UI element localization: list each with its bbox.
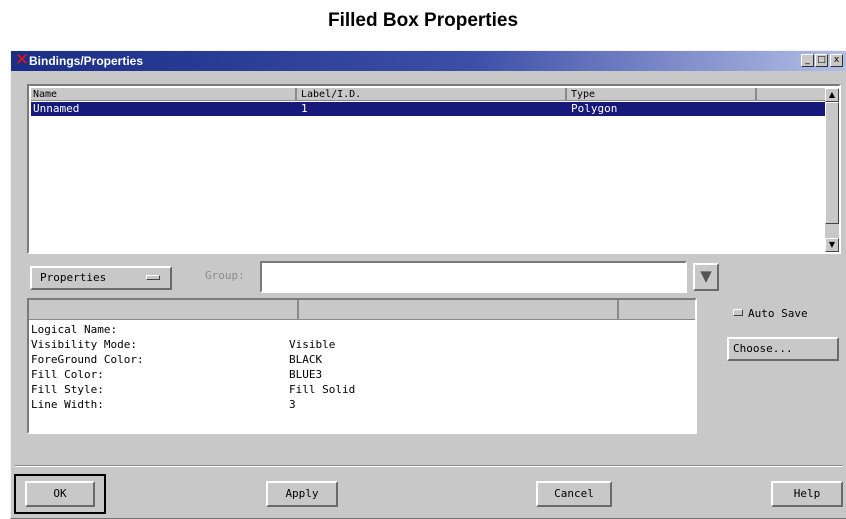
row-type: Polygon <box>571 102 618 115</box>
properties-column-header-2[interactable] <box>301 300 619 319</box>
properties-option-label: Properties <box>40 271 107 284</box>
ok-button[interactable]: OK <box>25 481 95 507</box>
properties-list[interactable]: Logical Name: Visibility Mode: Visible F… <box>27 298 697 434</box>
apply-button[interactable]: Apply <box>266 481 338 507</box>
property-row[interactable]: ForeGround Color: BLACK <box>29 352 695 367</box>
property-value: Fill Solid <box>289 383 356 396</box>
maximize-button[interactable]: □ <box>815 54 828 67</box>
property-value: BLUE3 <box>289 368 323 381</box>
close-button[interactable]: x <box>830 54 843 67</box>
separator <box>15 465 843 467</box>
help-button[interactable]: Help <box>771 481 843 507</box>
property-value: BLACK <box>289 353 323 366</box>
property-row[interactable]: Fill Style: Fill Solid <box>29 382 695 397</box>
property-row[interactable]: Fill Color: BLUE3 <box>29 367 695 382</box>
property-row[interactable]: Line Width: 3 <box>29 397 695 412</box>
property-name: ForeGround Color: <box>31 353 144 366</box>
auto-save-label: Auto Save <box>748 307 808 320</box>
auto-save-toggle[interactable]: Auto Save <box>733 306 808 322</box>
property-name: Fill Color: <box>31 368 104 381</box>
group-input[interactable] <box>260 261 687 293</box>
column-header-name[interactable]: Name <box>31 88 297 101</box>
column-header-type[interactable]: Type <box>569 88 757 101</box>
group-label: Group: <box>205 269 245 282</box>
arrow-down-icon[interactable]: ▼ <box>825 238 839 252</box>
choose-button[interactable]: Choose... <box>727 337 839 361</box>
checkbox-icon[interactable] <box>733 309 743 316</box>
vertical-scrollbar[interactable]: ▲ ▼ <box>825 88 839 252</box>
property-row[interactable]: Visibility Mode: Visible <box>29 337 695 352</box>
cancel-button[interactable]: Cancel <box>536 481 612 507</box>
list-row-selected[interactable]: Unnamed 1 Polygon <box>31 102 825 116</box>
arrow-up-icon[interactable]: ▲ <box>825 88 839 102</box>
scrollbar-thumb[interactable] <box>825 102 839 224</box>
property-name: Line Width: <box>31 398 104 411</box>
triangle-down-icon[interactable]: ▼ <box>693 263 719 291</box>
properties-column-header-1[interactable] <box>29 300 299 319</box>
properties-option-menu[interactable]: Properties <box>30 266 172 290</box>
option-menu-indicator-icon <box>146 275 160 280</box>
property-name: Logical Name: <box>31 323 118 336</box>
page-caption: Filled Box Properties <box>327 10 519 31</box>
properties-list-header <box>29 300 695 320</box>
row-name: Unnamed <box>33 102 80 115</box>
bindings-list-header: Name Label/I.D. Type <box>31 88 825 101</box>
column-header-label[interactable]: Label/I.D. <box>299 88 567 101</box>
bindings-properties-window: ✕ Bindings/Properties _ □ x Name Label/I… <box>10 50 846 519</box>
minimize-button[interactable]: _ <box>801 54 814 67</box>
property-name: Visibility Mode: <box>31 338 137 351</box>
title-bar[interactable]: ✕ Bindings/Properties _ □ x <box>11 51 846 71</box>
property-value: 3 <box>289 398 296 411</box>
window-title: Bindings/Properties <box>29 54 144 68</box>
row-label: 1 <box>301 102 308 115</box>
property-value: Visible <box>289 338 336 351</box>
x-logo-icon: ✕ <box>14 50 30 70</box>
property-row[interactable]: Logical Name: <box>29 322 695 337</box>
properties-column-header-3 <box>621 300 695 319</box>
property-name: Fill Style: <box>31 383 104 396</box>
bindings-list[interactable]: Name Label/I.D. Type Unnamed 1 Polygon ▲… <box>27 84 841 254</box>
column-header-extra <box>759 88 825 101</box>
